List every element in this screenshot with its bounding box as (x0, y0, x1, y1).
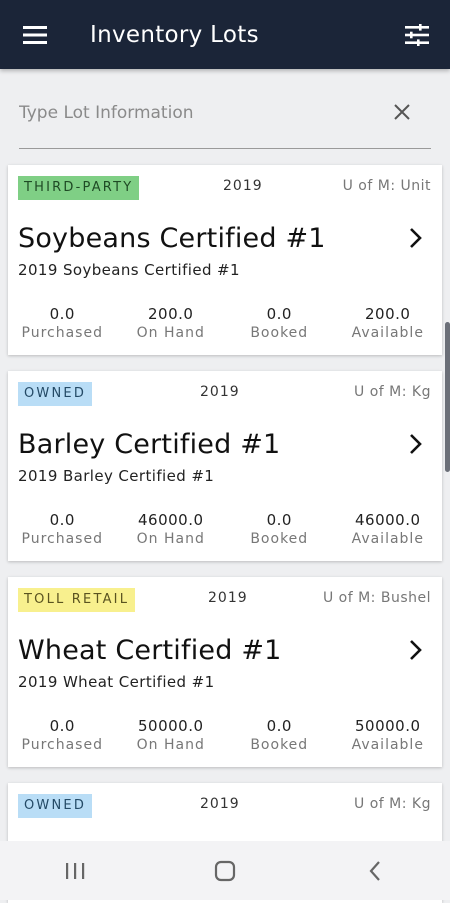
stat-value: 46000.0 (137, 511, 204, 529)
stat-value: 0.0 (266, 511, 292, 529)
recent-apps-icon (66, 862, 85, 879)
close-icon (394, 104, 410, 120)
stat-booked: 0.0 Booked (225, 717, 334, 755)
lot-year: 2019 (208, 590, 248, 606)
back-button[interactable] (355, 851, 395, 891)
stat-label: Booked (250, 325, 309, 341)
search-bar (0, 69, 450, 165)
stat-available: 46000.0 Available (334, 511, 443, 549)
lot-year: 2019 (200, 796, 240, 812)
stat-label: Available (351, 325, 424, 341)
lot-name: Wheat Certified #1 (18, 635, 282, 666)
stat-value: 0.0 (266, 305, 292, 323)
stat-label: Purchased (21, 531, 103, 547)
stat-value: 0.0 (49, 717, 75, 735)
stat-value: 46000.0 (354, 511, 421, 529)
lot-card[interactable]: TOLL RETAIL 2019 U of M: Bushel Wheat Ce… (8, 577, 442, 767)
lot-card[interactable]: THIRD-PARTY 2019 U of M: Unit Soybeans C… (8, 165, 442, 355)
back-icon (369, 860, 380, 881)
stat-label: Booked (250, 737, 309, 753)
lot-subtitle: 2019 Barley Certified #1 (18, 467, 215, 485)
stat-available: 50000.0 Available (334, 717, 443, 755)
unit-of-measure: U of M: Bushel (322, 590, 431, 606)
stat-value: 50000.0 (354, 717, 421, 735)
stat-value: 50000.0 (137, 717, 204, 735)
stat-on-hand: 46000.0 On Hand (117, 511, 226, 549)
stat-label: Available (351, 737, 424, 753)
stat-value: 200.0 (148, 305, 194, 323)
stat-value: 0.0 (266, 717, 292, 735)
lot-subtitle: 2019 Soybeans Certified #1 (18, 261, 240, 279)
stat-purchased: 0.0 Purchased (8, 511, 117, 549)
stat-purchased: 0.0 Purchased (8, 305, 117, 343)
stat-value: 0.0 (49, 511, 75, 529)
stat-label: Available (351, 531, 424, 547)
lot-name: Barley Certified #1 (18, 429, 281, 460)
stat-purchased: 0.0 Purchased (8, 717, 117, 755)
home-icon (214, 860, 236, 881)
system-nav-bar (0, 841, 450, 900)
home-button[interactable] (205, 851, 245, 891)
sliders-filter-icon (405, 23, 429, 46)
lot-stats: 0.0 Purchased 46000.0 On Hand 0.0 Booked 46… (8, 511, 442, 549)
menu-button[interactable] (20, 20, 50, 50)
lot-type-badge: OWNED (18, 382, 93, 406)
lot-name: Soybeans Certified #1 (18, 223, 326, 254)
stat-booked: 0.0 Booked (225, 511, 334, 549)
stat-on-hand: 200.0 On Hand (117, 305, 226, 343)
unit-of-measure: U of M: Kg (354, 384, 431, 400)
lot-type-badge: TOLL RETAIL (18, 588, 136, 612)
stat-available: 200.0 Available (334, 305, 443, 343)
stat-on-hand: 50000.0 On Hand (117, 717, 226, 755)
chevron-right-icon[interactable] (408, 227, 424, 249)
scrollbar[interactable] (445, 322, 450, 472)
lot-stats: 0.0 Purchased 200.0 On Hand 0.0 Booked 200.… (8, 305, 442, 343)
stat-label: On Hand (136, 737, 205, 753)
stat-label: Purchased (21, 737, 103, 753)
chevron-right-icon[interactable] (408, 639, 424, 661)
unit-of-measure: U of M: Unit (342, 178, 431, 194)
unit-of-measure: U of M: Kg (354, 796, 431, 812)
lot-subtitle: 2019 Wheat Certified #1 (18, 673, 215, 691)
clear-search-button[interactable] (389, 99, 415, 125)
recent-apps-button[interactable] (55, 851, 95, 891)
app-bar: Inventory Lots (0, 0, 450, 69)
stat-label: On Hand (136, 325, 205, 341)
lot-stats: 0.0 Purchased 50000.0 On Hand 0.0 Booked 50… (8, 717, 442, 755)
stat-label: Purchased (21, 325, 103, 341)
search-input[interactable] (19, 95, 359, 131)
lot-type-badge: OWNED (18, 794, 93, 818)
stat-label: On Hand (136, 531, 205, 547)
lot-year: 2019 (223, 178, 263, 194)
page-title: Inventory Lots (90, 21, 259, 48)
filter-button[interactable] (402, 20, 432, 50)
stat-label: Booked (250, 531, 309, 547)
search-underline (19, 148, 431, 149)
chevron-right-icon[interactable] (408, 433, 424, 455)
lot-card[interactable]: OWNED 2019 U of M: Kg Barley Certified #… (8, 371, 442, 561)
hamburger-menu-icon (23, 25, 47, 44)
lot-year: 2019 (200, 384, 240, 400)
stat-booked: 0.0 Booked (225, 305, 334, 343)
stat-value: 0.0 (49, 305, 75, 323)
stat-value: 200.0 (365, 305, 411, 323)
lot-type-badge: THIRD-PARTY (18, 176, 140, 200)
